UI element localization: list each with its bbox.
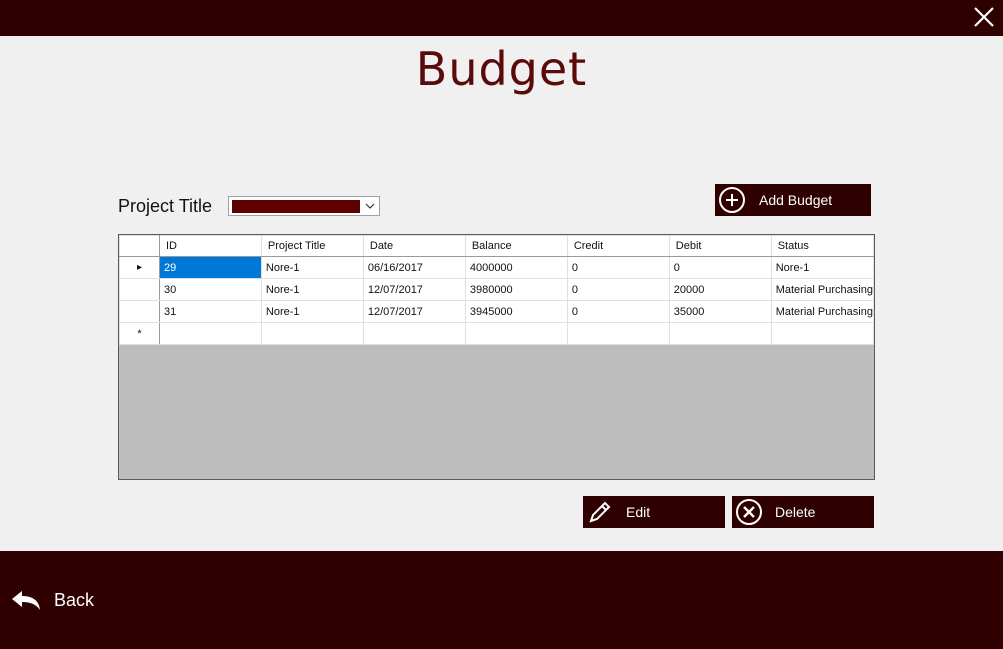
- budget-table[interactable]: ID Project Title Date Balance Credit Debit Sta…: [118, 234, 875, 480]
- table-cell[interactable]: [464, 322, 568, 345]
- table-cell[interactable]: 0: [566, 300, 670, 323]
- table-cell[interactable]: [260, 322, 364, 345]
- add-budget-label: Add Budget: [759, 192, 833, 208]
- table-cell[interactable]: 0: [566, 256, 670, 279]
- close-icon[interactable]: [971, 4, 997, 30]
- project-title-label: Project Title: [118, 196, 213, 216]
- pencil-icon: [589, 501, 611, 523]
- table-cell[interactable]: 30: [158, 278, 262, 301]
- column-header[interactable]: Debit: [668, 235, 772, 257]
- chevron-down-icon: [365, 203, 375, 209]
- close-circle-icon: [736, 499, 762, 525]
- table-cell[interactable]: [362, 322, 466, 345]
- add-budget-button[interactable]: Add Budget: [715, 184, 871, 216]
- bottom-bar: [0, 551, 1003, 649]
- table-cell[interactable]: 0: [668, 256, 772, 279]
- column-header[interactable]: Balance: [464, 235, 568, 257]
- table-row[interactable]: ▸ 29 Nore-1 06/16/2017 4000000 0 0 Nore-1: [119, 256, 874, 279]
- table-cell[interactable]: [770, 322, 874, 345]
- table-cell[interactable]: [566, 322, 670, 345]
- table-cell[interactable]: 20000: [668, 278, 772, 301]
- table-cell[interactable]: 29: [158, 256, 262, 279]
- plus-circle-icon: [719, 187, 745, 213]
- table-cell[interactable]: Material Purchasing: [770, 278, 874, 301]
- edit-button[interactable]: Edit: [583, 496, 725, 528]
- column-header[interactable]: Credit: [566, 235, 670, 257]
- title-bar: [0, 0, 1003, 36]
- page-title: Budget: [415, 42, 588, 96]
- new-row[interactable]: *: [119, 322, 874, 345]
- project-title-select[interactable]: [228, 196, 380, 216]
- table-cell[interactable]: Nore-1: [260, 300, 364, 323]
- row-header-corner: [119, 235, 160, 257]
- column-header[interactable]: Date: [362, 235, 466, 257]
- back-label: Back: [54, 590, 95, 610]
- back-arrow-icon: [12, 591, 40, 610]
- table-cell[interactable]: Nore-1: [260, 278, 364, 301]
- table-row[interactable]: 31 Nore-1 12/07/2017 3945000 0 35000 Material …: [119, 300, 874, 323]
- row-header[interactable]: [119, 278, 160, 301]
- delete-button[interactable]: Delete: [732, 496, 874, 528]
- table-cell[interactable]: Nore-1: [260, 256, 364, 279]
- column-header[interactable]: ID: [158, 235, 262, 257]
- column-header[interactable]: Project Title: [260, 235, 364, 257]
- project-title-selected-value: [232, 200, 360, 213]
- table-cell[interactable]: 35000: [668, 300, 772, 323]
- table-cell[interactable]: 31: [158, 300, 262, 323]
- row-header[interactable]: ▸: [119, 256, 160, 279]
- edit-label: Edit: [626, 504, 651, 520]
- table-cell[interactable]: 12/07/2017: [362, 278, 466, 301]
- row-header[interactable]: [119, 300, 160, 323]
- new-row-marker: *: [119, 322, 160, 345]
- table-cell[interactable]: 4000000: [464, 256, 568, 279]
- table-cell[interactable]: 3945000: [464, 300, 568, 323]
- table-cell[interactable]: Material Purchasing: [770, 300, 874, 323]
- table-cell[interactable]: Nore-1: [770, 256, 874, 279]
- table-cell[interactable]: 06/16/2017: [362, 256, 466, 279]
- table-cell[interactable]: [158, 322, 262, 345]
- table-cell[interactable]: 12/07/2017: [362, 300, 466, 323]
- delete-label: Delete: [775, 504, 816, 520]
- column-header[interactable]: Status: [770, 235, 874, 257]
- table-cell[interactable]: 0: [566, 278, 670, 301]
- table-cell[interactable]: 3980000: [464, 278, 568, 301]
- table-row[interactable]: 30 Nore-1 12/07/2017 3980000 0 20000 Material …: [119, 278, 874, 301]
- table-cell[interactable]: [668, 322, 772, 345]
